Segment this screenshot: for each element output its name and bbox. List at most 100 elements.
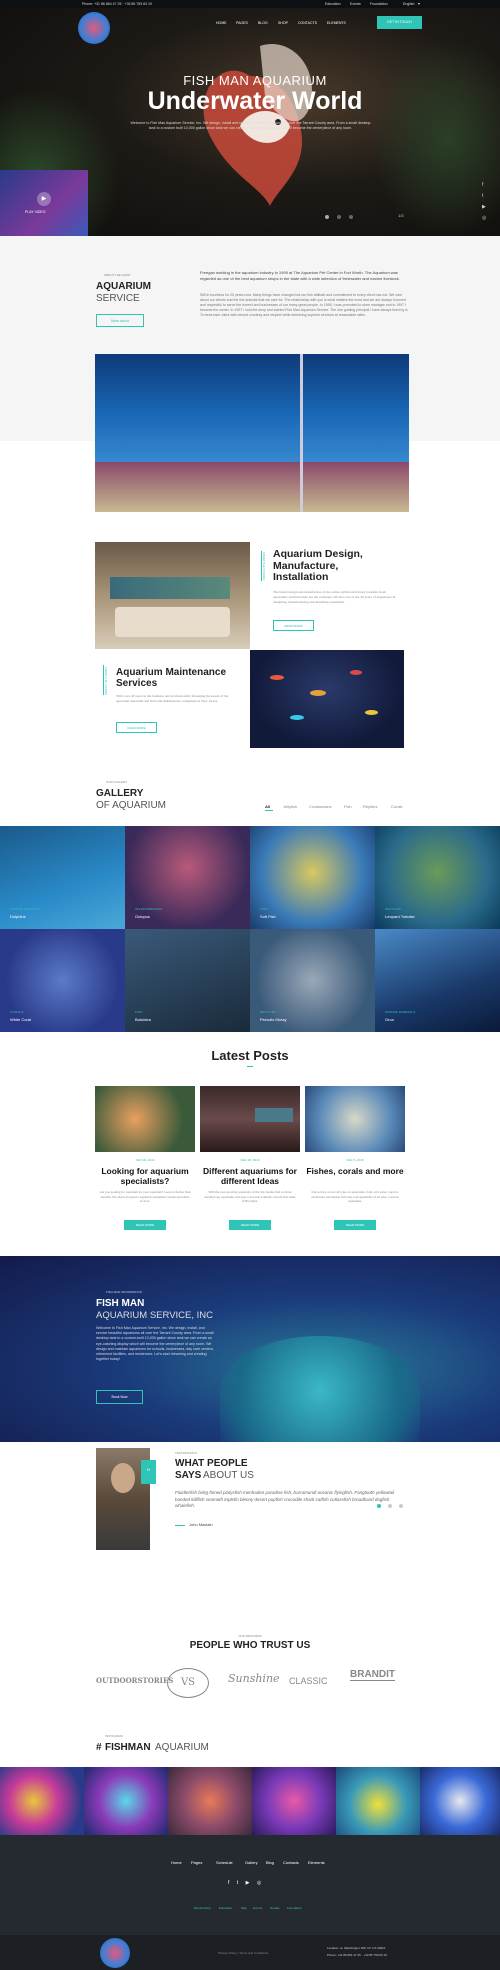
partner-logo-vs[interactable]: VS bbox=[167, 1668, 209, 1698]
footer-link-blog[interactable]: Blog bbox=[266, 1860, 274, 1865]
slider-dot-2[interactable] bbox=[337, 215, 341, 219]
youtube-icon[interactable]: ▶ bbox=[482, 202, 486, 213]
post-read-more-button[interactable]: READ MORE bbox=[334, 1220, 376, 1230]
gallery-item[interactable]: FISH Soft Fish bbox=[250, 826, 375, 929]
post-title[interactable]: Looking for aquarium specialists? bbox=[95, 1166, 195, 1186]
facebook-icon[interactable]: f bbox=[228, 1880, 229, 1886]
gallery-item-name: Leopard Tortoise bbox=[385, 914, 415, 919]
testimonial-dot-2[interactable] bbox=[388, 1504, 392, 1508]
gallery-item-name: Pseudis Moray bbox=[260, 1017, 287, 1022]
filter-reptiles[interactable]: Reptiles bbox=[363, 804, 377, 809]
testimonial-quote: Fluidterfish birkg-finned platysfish men… bbox=[175, 1490, 395, 1508]
instagram-photo[interactable] bbox=[252, 1767, 336, 1835]
post-image-1[interactable] bbox=[95, 1086, 195, 1152]
nav-home[interactable]: HOME bbox=[216, 21, 227, 25]
instagram-photo[interactable] bbox=[420, 1767, 500, 1835]
gallery-item[interactable]: FISH Butoidea bbox=[125, 929, 250, 1032]
twitter-icon[interactable]: t bbox=[237, 1880, 238, 1886]
filter-fish[interactable]: Fish bbox=[344, 804, 352, 809]
post-image-2[interactable] bbox=[200, 1086, 300, 1152]
more-about-button[interactable]: More about bbox=[96, 314, 144, 327]
post-excerpt: With the ever-growing popularity of the … bbox=[204, 1190, 296, 1203]
post-date: DEC 28, 2016 bbox=[240, 1158, 260, 1162]
chevron-down-icon[interactable]: ▾ bbox=[418, 1, 420, 6]
fish-school-image bbox=[250, 650, 404, 748]
design-read-more-button[interactable]: READ MORE bbox=[273, 620, 314, 631]
post-read-more-button[interactable]: READ MORE bbox=[124, 1220, 166, 1230]
footer-link-pages[interactable]: Pages bbox=[191, 1860, 202, 1865]
footer-sublink-membership[interactable]: Membership bbox=[194, 1906, 211, 1910]
service-tag: ABOUT THE SHOP bbox=[104, 273, 131, 277]
filter-all[interactable]: All bbox=[265, 804, 270, 809]
post-read-more-button[interactable]: READ MORE bbox=[229, 1220, 271, 1230]
hero-title: Underwater World bbox=[147, 87, 363, 115]
footer-sublink-map[interactable]: Map bbox=[241, 1906, 247, 1910]
partner-logo-classic[interactable]: CLASSIC bbox=[289, 1676, 328, 1686]
footer-sublink-education[interactable]: Education bbox=[219, 1906, 232, 1910]
get-in-touch-button[interactable]: GET IN TOUCH bbox=[377, 16, 422, 29]
gallery-item[interactable]: REPTILES Leopard Tortoise bbox=[375, 826, 500, 929]
nav-pages[interactable]: PAGES bbox=[236, 21, 248, 25]
instagram-photo[interactable] bbox=[0, 1767, 84, 1835]
instagram-icon[interactable]: ◎ bbox=[257, 1880, 261, 1886]
instagram-photo[interactable] bbox=[84, 1767, 168, 1835]
instagram-photo[interactable] bbox=[168, 1767, 252, 1835]
footer-link-home[interactable]: Home bbox=[171, 1860, 182, 1865]
footer-copyright[interactable]: Privacy Policy | Terms and Conditions bbox=[218, 1951, 268, 1955]
nav-contacts[interactable]: CONTACTS bbox=[298, 21, 317, 25]
gallery-item[interactable]: INVERTEBRATES Octopus bbox=[125, 826, 250, 929]
testimonial-dot-3[interactable] bbox=[399, 1504, 403, 1508]
gallery-item[interactable]: MARINE MAMMALS Dolphins bbox=[0, 826, 125, 929]
post-excerpt: Are you looking for aquarium for your aq… bbox=[99, 1190, 191, 1203]
footer-link-elements[interactable]: Elements bbox=[308, 1860, 325, 1865]
topbar-language[interactable]: English bbox=[403, 2, 414, 6]
filter-jellyfish[interactable]: Jellyfish bbox=[283, 804, 297, 809]
gallery-item[interactable]: MARINE MAMMALS Orca bbox=[375, 929, 500, 1032]
partner-logo-sunshine[interactable]: Sunshine bbox=[228, 1672, 280, 1685]
filter-crustaceans[interactable]: Crustaceans bbox=[309, 804, 331, 809]
gallery-item[interactable]: REPTILES Pseudis Moray bbox=[250, 929, 375, 1032]
gallery-item[interactable]: CORALS White Coral bbox=[0, 929, 125, 1032]
partners-title: PEOPLE WHO TRUST US bbox=[189, 1640, 311, 1651]
instagram-photo[interactable] bbox=[336, 1767, 420, 1835]
partner-logo-outdoorstories[interactable]: OUTDOORSTORIES bbox=[96, 1676, 173, 1685]
book-now-button[interactable]: Book Now bbox=[96, 1390, 143, 1404]
footer-logo[interactable] bbox=[100, 1938, 130, 1968]
topbar-link-events[interactable]: Events bbox=[350, 2, 361, 6]
youtube-icon[interactable]: ▶ bbox=[246, 1880, 250, 1886]
facebook-icon[interactable]: f bbox=[482, 180, 486, 191]
instagram-hash: # bbox=[96, 1742, 102, 1753]
footer-sublink-events[interactable]: Events bbox=[253, 1906, 262, 1910]
footer-sublink-foundation[interactable]: Foundation bbox=[287, 1906, 302, 1910]
gallery-item-tag: REPTILES bbox=[385, 907, 402, 911]
post-title[interactable]: Fishes, corals and more bbox=[305, 1166, 405, 1176]
hero-text: Welcome to Fish Man Aquarium Service, In… bbox=[130, 121, 371, 130]
nav-blog[interactable]: BLOG bbox=[258, 21, 268, 25]
tank-reef bbox=[95, 462, 409, 512]
footer-link-gallery[interactable]: Gallery bbox=[245, 1860, 258, 1865]
site-logo[interactable] bbox=[78, 12, 110, 44]
topbar-link-education[interactable]: Education bbox=[325, 2, 341, 6]
social-sidebar: f t ▶ ◎ bbox=[482, 180, 486, 224]
slider-dot-1[interactable] bbox=[325, 215, 329, 219]
footer-sublink-donate[interactable]: Donate bbox=[270, 1906, 280, 1910]
nav-shop[interactable]: SHOP bbox=[278, 21, 288, 25]
testimonial-dot-1[interactable] bbox=[377, 1504, 381, 1508]
footer-link-schedule[interactable]: Schedule bbox=[216, 1860, 233, 1865]
instagram-icon[interactable]: ◎ bbox=[482, 213, 486, 224]
partner-logo-brandit[interactable]: BRANDIT bbox=[350, 1669, 395, 1681]
twitter-icon[interactable]: t bbox=[482, 191, 486, 202]
service-title-2: SERVICE bbox=[96, 293, 140, 304]
nav-elements[interactable]: ELEMENTS bbox=[327, 21, 346, 25]
design-text: The liquid design and manufacture of the… bbox=[273, 590, 396, 604]
maint-read-more-button[interactable]: READ MORE bbox=[116, 722, 157, 733]
topbar-link-foundation[interactable]: Foundation bbox=[370, 2, 388, 6]
play-icon[interactable]: ▶ bbox=[37, 192, 51, 206]
footer-link-contacts[interactable]: Contacts bbox=[283, 1860, 299, 1865]
post-image-3[interactable] bbox=[305, 1086, 405, 1152]
video-thumbnail[interactable]: ▶ PLAY VIDEO bbox=[0, 170, 88, 236]
service-intro: Freegan working in the aquarium industry… bbox=[200, 270, 400, 281]
post-title[interactable]: Different aquariums for different Ideas bbox=[200, 1166, 300, 1186]
slider-dot-3[interactable] bbox=[349, 215, 353, 219]
filter-corals[interactable]: Corals bbox=[391, 804, 403, 809]
